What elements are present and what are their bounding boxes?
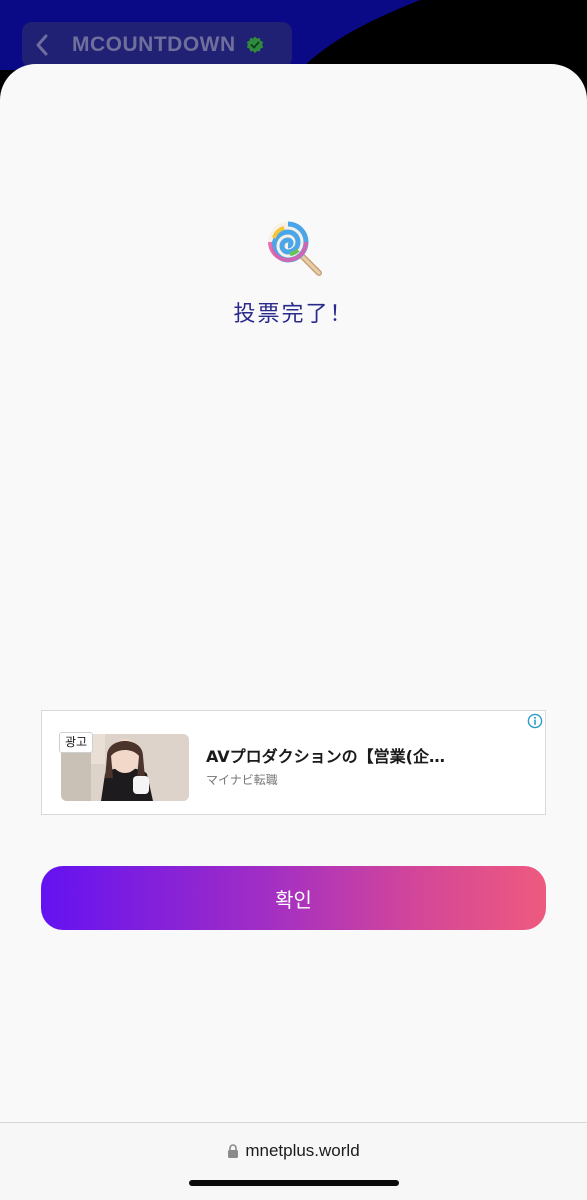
ad-badge: 광고 (59, 732, 94, 753)
ad-title[interactable]: AVプロダクションの【営業(企… (206, 743, 526, 767)
verified-badge-icon (246, 36, 264, 54)
confirm-button[interactable]: 확인 (41, 866, 546, 930)
ad-banner[interactable]: 광고 AVプロダクションの【営業(企… マイナビ転職 (41, 710, 546, 815)
vote-complete-message: 投票完了！ (233, 302, 354, 327)
lollipop-icon (264, 218, 324, 278)
browser-url-bar[interactable]: mnetplus.world (0, 1122, 587, 1200)
chevron-left-icon[interactable] (34, 33, 54, 57)
home-indicator[interactable] (189, 1180, 399, 1186)
info-icon[interactable] (527, 713, 543, 729)
header-bar: MCOUNTDOWN (22, 22, 292, 68)
url-row[interactable]: mnetplus.world (0, 1141, 587, 1161)
result-sheet: 投票完了！ (0, 64, 587, 1200)
lock-icon (227, 1144, 239, 1158)
ad-source: マイナビ転職 (206, 773, 278, 787)
page-title: MCOUNTDOWN (72, 33, 236, 56)
url-text[interactable]: mnetplus.world (245, 1141, 359, 1161)
